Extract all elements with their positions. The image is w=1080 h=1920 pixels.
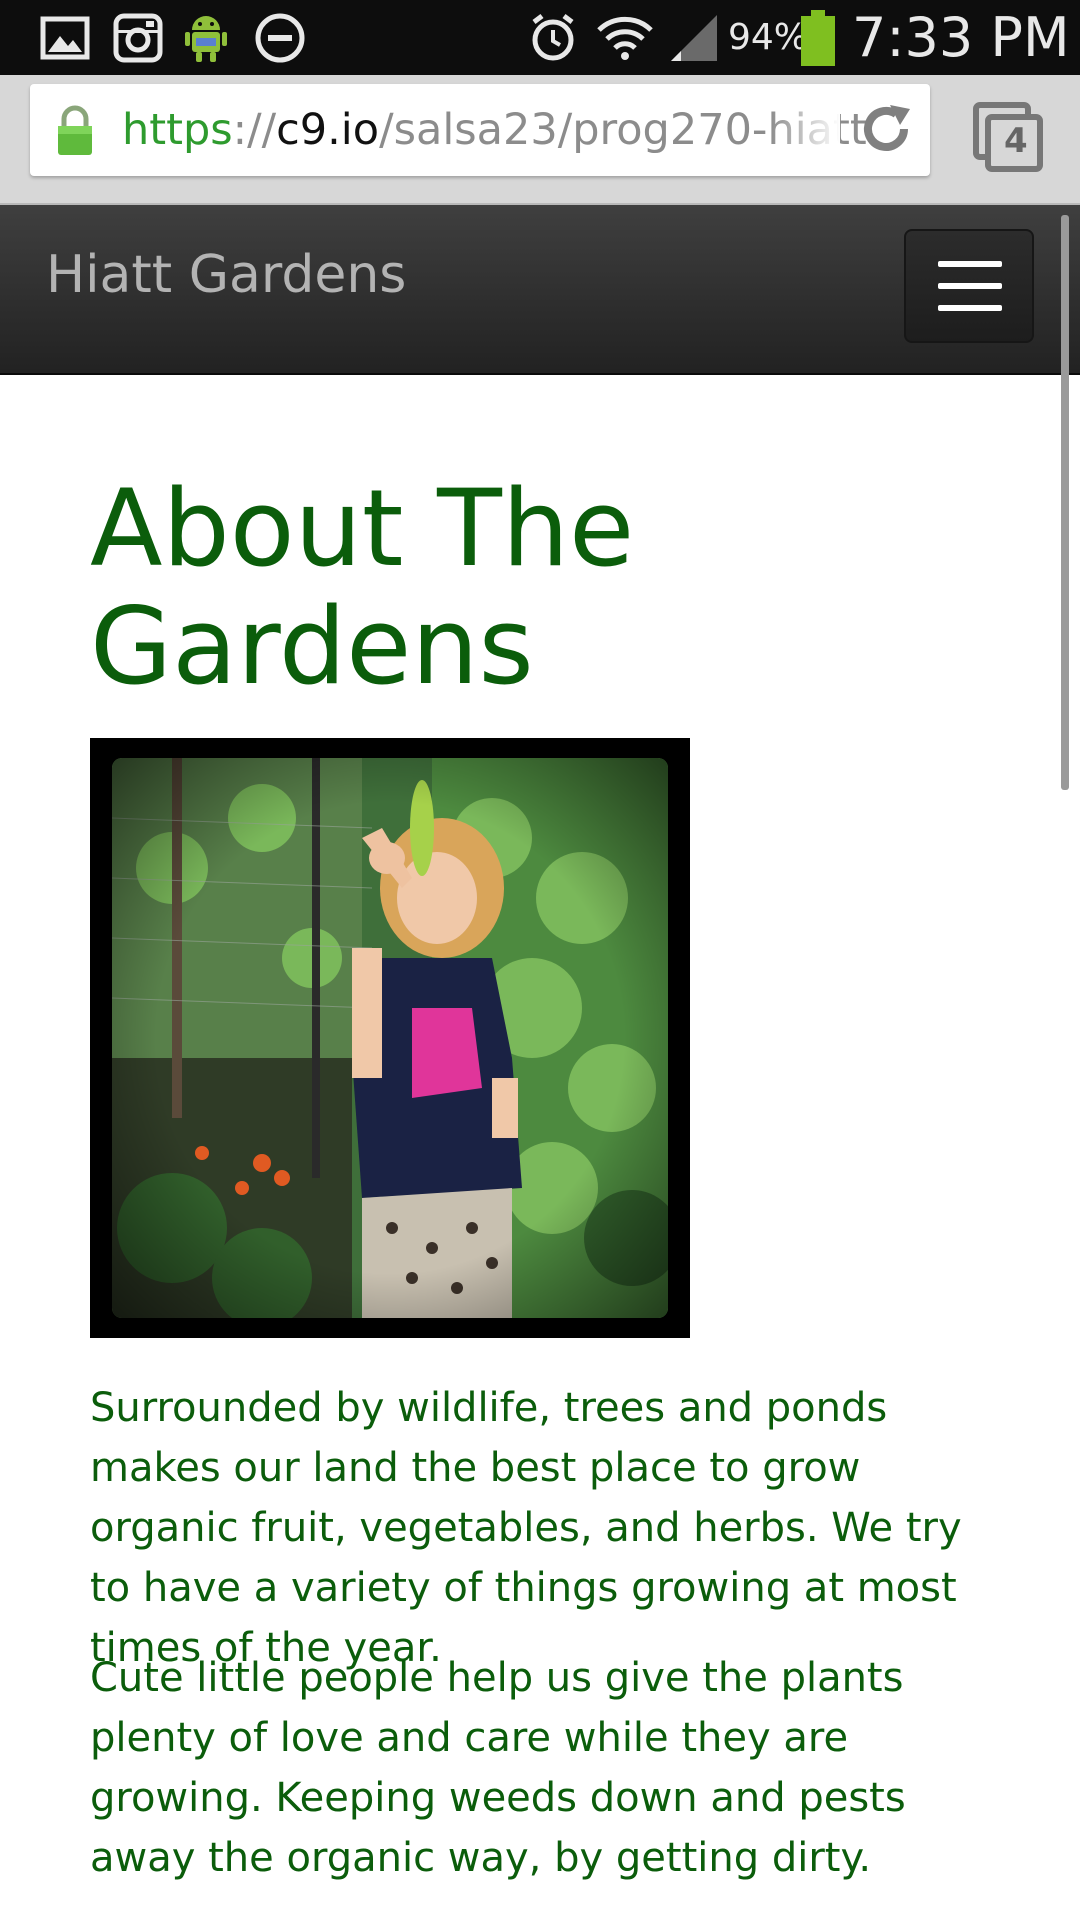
garden-photo-image [112,758,668,1318]
tabs-icon[interactable]: 4 [970,99,1046,175]
clock: 7:33 PM [852,6,1070,69]
android-icon [178,12,234,64]
hamburger-menu-icon-bar [938,305,1002,311]
battery-percent: 94% [728,17,809,58]
alarm-icon [526,12,580,64]
page-scrollbar[interactable] [1061,215,1069,790]
address-bar[interactable]: https://c9.io/salsa23/prog270-hiatt-g [30,84,930,176]
tab-count: 4 [1004,121,1028,161]
hamburger-menu-icon-bar [938,283,1002,289]
gallery-icon [38,12,92,64]
instagram-icon [110,12,166,64]
signal-icon [666,12,722,64]
page-title: About The Gardens [90,467,635,708]
hamburger-menu-icon-bar [938,261,1002,267]
do-not-disturb-icon [252,12,308,64]
status-bar: 94% 7:33 PM [0,0,1080,75]
url-separator: :// [232,105,277,155]
url-text[interactable]: https://c9.io/salsa23/prog270-hiatt-g [122,84,867,176]
lock-icon [52,102,98,158]
reload-icon[interactable] [858,102,916,158]
site-navbar: Hiatt Gardens [0,205,1080,375]
wifi-icon [594,12,656,64]
url-host: c9.io [276,105,380,155]
url-fade [770,84,840,176]
site-brand[interactable]: Hiatt Gardens [46,205,406,345]
url-scheme: https [122,105,233,155]
about-paragraph-2: Cute little people help us give the plan… [90,1655,906,1881]
browser-toolbar: https://c9.io/salsa23/prog270-hiatt-g 4 [0,75,1080,205]
about-paragraph-1: Surrounded by wildlife, trees and ponds … [90,1385,962,1671]
hamburger-menu-button[interactable] [904,229,1034,343]
battery-icon [800,10,836,66]
garden-photo [90,738,690,1338]
